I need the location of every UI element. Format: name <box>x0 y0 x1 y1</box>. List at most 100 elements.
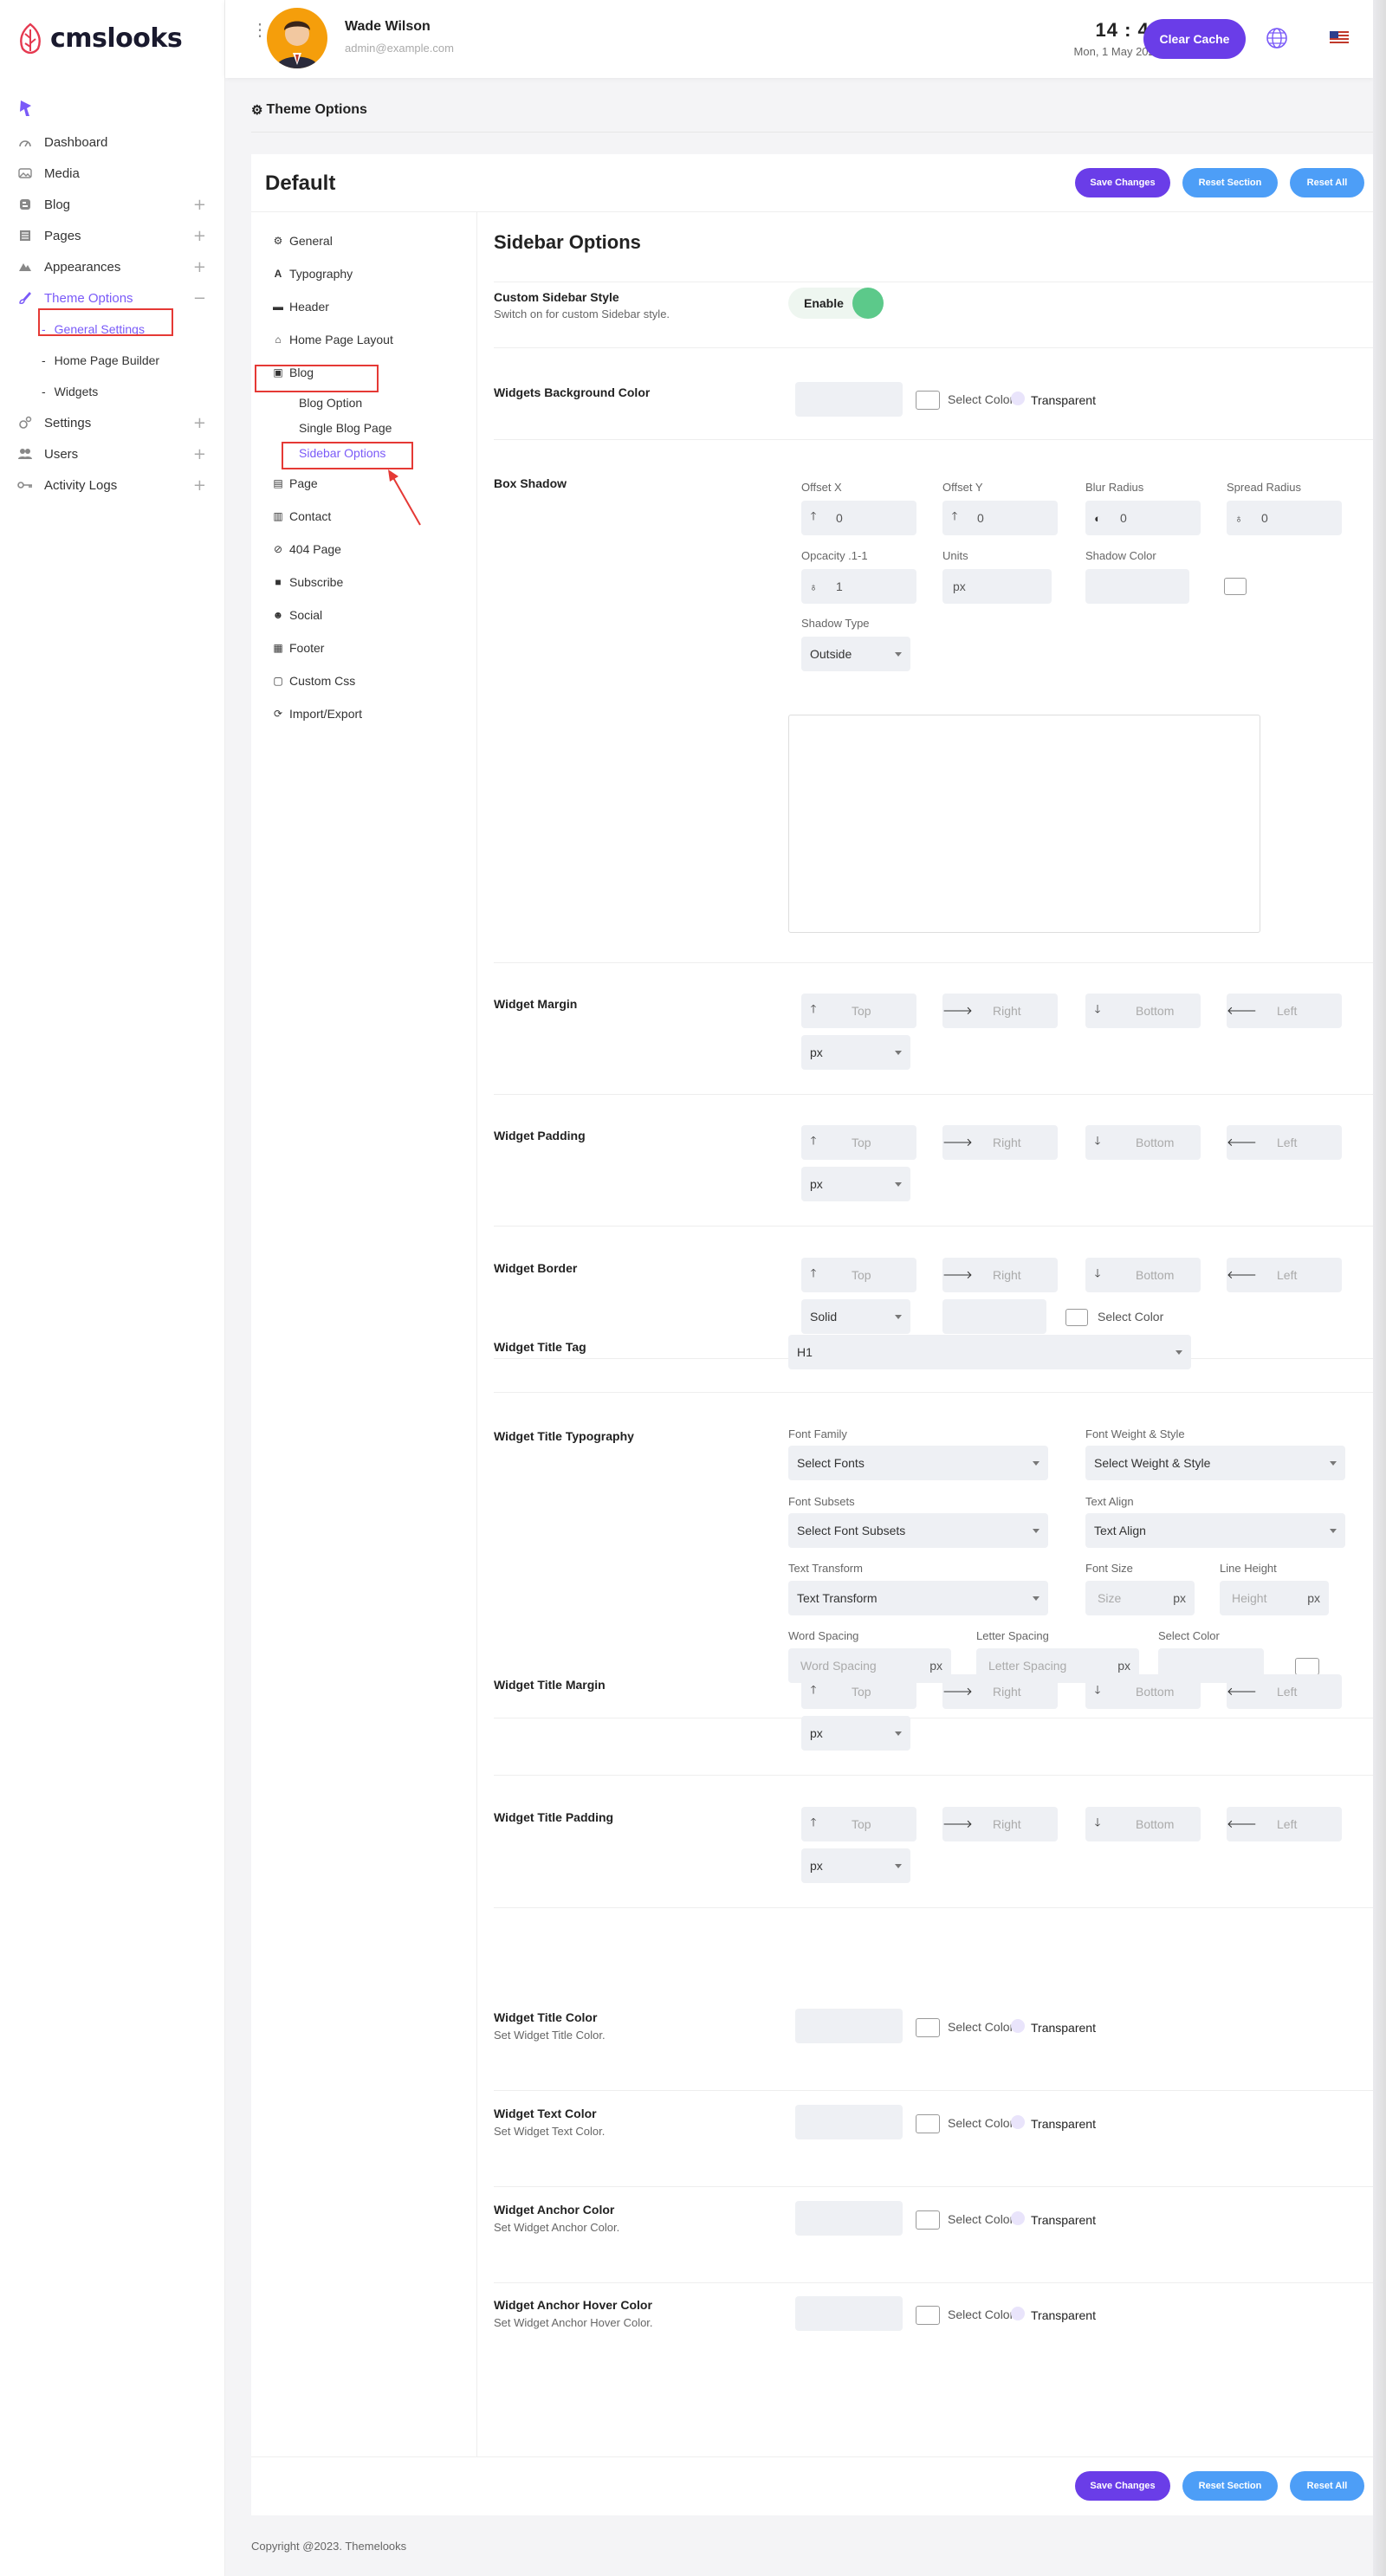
custom-sidebar-style-toggle[interactable]: Enable <box>788 288 884 319</box>
option-nav-home-page-layout[interactable]: ⌂ Home Page Layout <box>272 333 392 346</box>
option-nav-import-export[interactable]: ⟳ Import/Export <box>272 707 362 721</box>
bottom-input[interactable]: 🡓 Bottom <box>1085 1807 1201 1841</box>
bottom-input[interactable]: 🡓 Bottom <box>1085 1125 1201 1160</box>
sidebar-sub-widgets[interactable]: - Widgets <box>0 376 225 407</box>
option-nav-custom-css[interactable]: ▢ Custom Css <box>272 674 355 688</box>
transparent-radio[interactable] <box>1011 2307 1025 2320</box>
offset-x-input[interactable]: 🡑 0 <box>801 501 916 535</box>
option-nav-contact[interactable]: ▥ Contact <box>272 509 331 523</box>
expand-icon[interactable]: + <box>193 445 206 463</box>
shadow-type-select[interactable]: Outside <box>801 637 910 671</box>
option-nav-blog-option[interactable]: Blog Option <box>299 396 362 410</box>
widget-title-tag-select[interactable]: H1 <box>788 1335 1191 1369</box>
right-input[interactable]: 🡒 Right <box>942 1125 1058 1160</box>
expand-icon[interactable]: + <box>193 258 206 276</box>
select-color-swatch[interactable] <box>916 2210 940 2230</box>
reset-section-button[interactable]: Reset Section <box>1182 168 1278 197</box>
clear-cache-button[interactable]: Clear Cache <box>1143 19 1246 59</box>
save-changes-button[interactable]: Save Changes <box>1075 168 1170 197</box>
sidebar-item-media[interactable]: Media <box>0 158 225 189</box>
reset-section-button[interactable]: Reset Section <box>1182 2471 1278 2501</box>
left-input[interactable]: 🡐 Left <box>1227 1674 1342 1709</box>
sidebar-sub-home-page-builder[interactable]: - Home Page Builder <box>0 345 225 376</box>
avatar[interactable] <box>267 8 327 68</box>
border-color-swatch[interactable] <box>1065 1309 1088 1326</box>
collapse-icon[interactable]: − <box>193 289 206 307</box>
select-color-swatch[interactable] <box>916 2306 940 2325</box>
line-height-input[interactable]: Height px <box>1220 1581 1329 1615</box>
typography-color-swatch[interactable] <box>1295 1658 1319 1675</box>
unit-select[interactable]: px <box>801 1716 910 1751</box>
select-color-swatch[interactable] <box>916 2018 940 2037</box>
option-nav-404-page[interactable]: ⊘ 404 Page <box>272 542 341 556</box>
right-input[interactable]: 🡒 Right <box>942 1258 1058 1292</box>
sidebar-item-pages[interactable]: Pages + <box>0 220 225 251</box>
globe-icon[interactable] <box>1265 26 1289 50</box>
text-transform-select[interactable]: Text Transform <box>788 1581 1048 1615</box>
sidebar-item-dashboard[interactable]: Dashboard <box>0 126 225 158</box>
left-input[interactable]: 🡐 Left <box>1227 1125 1342 1160</box>
select-color-swatch[interactable] <box>916 2114 940 2133</box>
left-input[interactable]: 🡐 Left <box>1227 1807 1342 1841</box>
reset-all-button[interactable]: Reset All <box>1290 168 1364 197</box>
top-input[interactable]: 🡑 Top <box>801 1807 916 1841</box>
us-flag-icon[interactable] <box>1330 31 1349 44</box>
blur-radius-input[interactable]: ◐ 0 <box>1085 501 1201 535</box>
font-size-input[interactable]: Size px <box>1085 1581 1195 1615</box>
font-family-select[interactable]: Select Fonts <box>788 1446 1048 1480</box>
font-subsets-select[interactable]: Select Font Subsets <box>788 1513 1048 1548</box>
unit-select[interactable]: px <box>801 1848 910 1883</box>
widget-title-color-preview[interactable] <box>795 2009 903 2043</box>
top-input[interactable]: 🡑 Top <box>801 994 916 1028</box>
border-style-select[interactable]: Solid <box>801 1299 910 1334</box>
expand-icon[interactable]: + <box>193 196 206 214</box>
widget-text-color-preview[interactable] <box>795 2105 903 2139</box>
option-nav-single-blog-page[interactable]: Single Blog Page <box>299 421 392 435</box>
top-input[interactable]: 🡑 Top <box>801 1125 916 1160</box>
widgets-bg-color-preview[interactable] <box>795 382 903 417</box>
left-input[interactable]: 🡐 Left <box>1227 1258 1342 1292</box>
unit-select[interactable]: px <box>801 1167 910 1201</box>
units-input[interactable]: px <box>942 569 1052 604</box>
sidebar-item-activity-logs[interactable]: Activity Logs + <box>0 469 225 501</box>
option-nav-general[interactable]: ⚙ General <box>272 234 333 248</box>
save-changes-button[interactable]: Save Changes <box>1075 2471 1170 2501</box>
top-input[interactable]: 🡑 Top <box>801 1258 916 1292</box>
shadow-color-preview[interactable] <box>1085 569 1189 604</box>
more-vertical-icon[interactable]: ⋮ <box>251 22 269 39</box>
spread-radius-input[interactable]: ♁ 0 <box>1227 501 1342 535</box>
option-nav-typography[interactable]: A Typography <box>272 267 353 281</box>
text-align-select[interactable]: Text Align <box>1085 1513 1345 1548</box>
reset-all-button[interactable]: Reset All <box>1290 2471 1364 2501</box>
shadow-color-swatch[interactable] <box>1224 578 1247 595</box>
bottom-input[interactable]: 🡓 Bottom <box>1085 994 1201 1028</box>
transparent-radio[interactable] <box>1011 392 1025 405</box>
bottom-input[interactable]: 🡓 Bottom <box>1085 1258 1201 1292</box>
expand-icon[interactable]: + <box>193 476 206 495</box>
offset-y-input[interactable]: 🡑 0 <box>942 501 1058 535</box>
left-input[interactable]: 🡐 Left <box>1227 994 1342 1028</box>
select-color-swatch[interactable] <box>916 391 940 410</box>
right-input[interactable]: 🡒 Right <box>942 1807 1058 1841</box>
sidebar-item-settings[interactable]: Settings + <box>0 407 225 438</box>
unit-select[interactable]: px <box>801 1035 910 1070</box>
widget-anchor-hover-color-preview[interactable] <box>795 2296 903 2331</box>
font-weight-select[interactable]: Select Weight & Style <box>1085 1446 1345 1480</box>
sidebar-item-blog[interactable]: Blog + <box>0 189 225 220</box>
pin-icon[interactable] <box>17 99 35 118</box>
transparent-radio[interactable] <box>1011 2019 1025 2033</box>
right-input[interactable]: 🡒 Right <box>942 994 1058 1028</box>
option-nav-footer[interactable]: ▦ Footer <box>272 641 324 655</box>
transparent-radio[interactable] <box>1011 2211 1025 2225</box>
expand-icon[interactable]: + <box>193 414 206 432</box>
widget-anchor-color-preview[interactable] <box>795 2201 903 2236</box>
opacity-input[interactable]: ♁ 1 <box>801 569 916 604</box>
option-nav-subscribe[interactable]: ■ Subscribe <box>272 575 343 589</box>
bottom-input[interactable]: 🡓 Bottom <box>1085 1674 1201 1709</box>
brand-logo[interactable]: cmslooks <box>17 23 183 54</box>
sidebar-item-users[interactable]: Users + <box>0 438 225 469</box>
option-nav-header[interactable]: ▬ Header <box>272 300 329 314</box>
transparent-radio[interactable] <box>1011 2115 1025 2129</box>
option-nav-social[interactable]: ☻ Social <box>272 608 322 622</box>
border-color-preview[interactable] <box>942 1299 1046 1334</box>
